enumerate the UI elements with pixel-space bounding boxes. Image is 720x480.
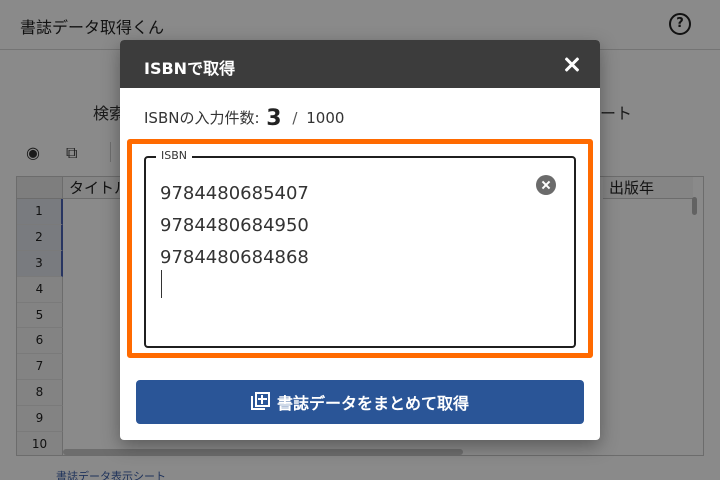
isbn-count-separator: / xyxy=(292,109,298,127)
isbn-dialog: ISBNで取得 ISBNの入力件数: 3 / 1000 ISBN 9784480… xyxy=(120,40,600,440)
fetch-all-button[interactable]: 書誌データをまとめて取得 xyxy=(136,380,584,424)
isbn-count-value: 3 xyxy=(266,106,282,131)
text-caret xyxy=(161,270,162,298)
isbn-field-value[interactable]: 9784480685407 9784480684950 978448068486… xyxy=(160,178,520,274)
isbn-textarea[interactable]: ISBN 9784480685407 9784480684950 9784480… xyxy=(144,149,576,348)
isbn-field-label: ISBN xyxy=(156,149,193,162)
isbn-count-label: ISBNの入力件数: xyxy=(144,109,260,127)
dialog-title: ISBNで取得 xyxy=(144,59,236,78)
close-icon[interactable] xyxy=(558,50,586,78)
isbn-count-max: 1000 xyxy=(306,109,345,127)
library-add-icon xyxy=(250,392,271,412)
fetch-all-button-label: 書誌データをまとめて取得 xyxy=(276,394,469,413)
isbn-count: ISBNの入力件数: 3 / 1000 xyxy=(144,106,345,131)
clear-circle-icon[interactable] xyxy=(536,175,556,195)
dialog-header: ISBNで取得 xyxy=(120,40,600,88)
